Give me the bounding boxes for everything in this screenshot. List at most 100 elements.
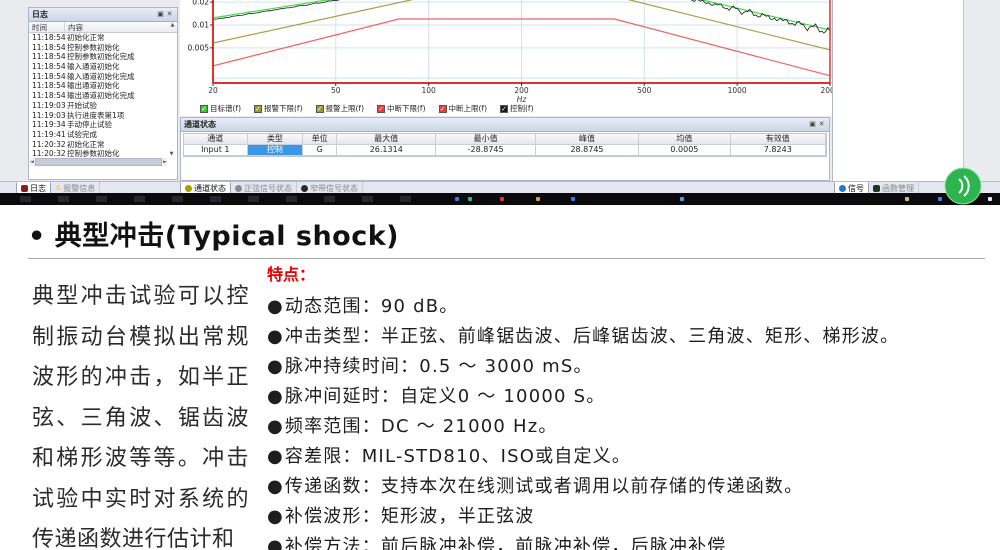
column-header[interactable]: 最大值 — [337, 134, 436, 145]
column-header[interactable]: 有效值 — [731, 134, 826, 145]
table-row[interactable]: Input 1控制G26.1314-28.874528.87450.00057.… — [184, 145, 826, 156]
taskbar-window-icon[interactable] — [400, 196, 411, 202]
column-header[interactable]: 均值 — [639, 134, 730, 145]
column-header[interactable]: 类型 — [248, 134, 304, 145]
taskbar-window-icon[interactable] — [134, 196, 145, 202]
legend-label: 报警下限(f) — [264, 103, 303, 114]
scroll-left-icon[interactable]: ◄ — [30, 159, 34, 165]
log-horizontal-scrollbar[interactable]: ◄ ► — [30, 158, 167, 166]
taskbar-app-icon[interactable] — [536, 197, 540, 201]
log-time: 11:20:32 — [29, 140, 64, 150]
feature-bullet: ● — [267, 356, 284, 377]
feature-text: 补偿方法：前后脉冲补偿，前脉冲补偿，后脉冲补偿 — [285, 536, 727, 550]
legend-label: 控制(f) — [510, 103, 534, 114]
feature-bullet: ● — [267, 296, 284, 317]
log-row: 11:18:54控制参数初始化 — [29, 43, 177, 53]
feature-bullet: ● — [267, 536, 284, 550]
log-content: 开始试验 — [64, 101, 177, 111]
log-content: 初始化正常 — [64, 33, 177, 43]
legend-checkbox[interactable]: ✓ — [254, 105, 262, 113]
signal-icon — [839, 185, 846, 192]
log-row: 11:18:54输入通道初始化完成 — [29, 72, 177, 82]
column-header[interactable]: 峰值 — [536, 134, 639, 145]
table-cell[interactable]: -28.8745 — [436, 145, 535, 156]
table-cell[interactable]: 28.8745 — [536, 145, 639, 156]
feature-item: ●补偿波形：矩形波，半正弦波 — [267, 502, 967, 532]
scroll-right-icon[interactable]: ► — [163, 159, 167, 165]
chart-legend: ✓目标谱(f)✓报警下限(f)✓报警上限(f)✓中断下限(f)✓中断上限(f)✓… — [200, 103, 534, 114]
close-icon[interactable]: ✕ — [817, 120, 826, 129]
pin-icon[interactable]: ▣ — [808, 120, 817, 129]
taskbar-app-icon[interactable] — [905, 197, 909, 201]
taskbar-app-icon[interactable] — [680, 197, 684, 201]
taskbar-app-icon[interactable] — [988, 197, 992, 201]
log-row: 11:19:03执行进度表第1项 — [29, 111, 177, 121]
narrowband-status-icon — [301, 185, 308, 192]
taskbar-app-icon[interactable] — [455, 197, 459, 201]
float-assistant-button[interactable] — [944, 167, 982, 205]
legend-label: 中断上限(f) — [449, 103, 488, 114]
taskbar-window-icon[interactable] — [96, 196, 107, 202]
table-cell[interactable]: Input 1 — [184, 145, 248, 156]
taskbar-window-icon[interactable] — [286, 196, 297, 202]
scroll-down-icon[interactable]: ▼ — [167, 151, 176, 157]
taskbar-window-icon[interactable] — [58, 196, 69, 202]
legend-item: ✓报警上限(f) — [316, 103, 365, 114]
legend-checkbox[interactable]: ✓ — [316, 105, 324, 113]
column-header[interactable]: 单位 — [303, 134, 337, 145]
legend-label: 目标谱(f) — [210, 103, 241, 114]
table-cell[interactable]: 控制 — [248, 145, 304, 156]
taskbar-app-icon[interactable] — [500, 197, 504, 201]
feature-item: ●动态范围：90 dB。 — [267, 292, 967, 322]
feature-text: 传递函数：支持本次在线测试或者调用以前存储的传递函数。 — [285, 476, 803, 497]
column-header[interactable]: 最小值 — [436, 134, 535, 145]
feature-bullet: ● — [267, 446, 284, 467]
taskbar-app-icon[interactable] — [571, 197, 575, 201]
feature-text: 脉冲间延时：自定义0 ～ 10000 S。 — [285, 386, 606, 407]
log-time: 11:18:54 — [29, 43, 64, 53]
taskbar-window-icon[interactable] — [210, 196, 221, 202]
page-title: • 典型冲击(Typical shock) — [28, 214, 399, 253]
svg-text:0.02: 0.02 — [192, 0, 209, 7]
taskbar-app-icon[interactable] — [468, 197, 472, 201]
legend-checkbox[interactable]: ✓ — [439, 105, 447, 113]
table-cell[interactable]: 26.1314 — [337, 145, 436, 156]
legend-checkbox[interactable]: ✓ — [500, 105, 508, 113]
log-content: 执行进度表第1项 — [64, 111, 177, 121]
taskbar-window-icon[interactable] — [248, 196, 259, 202]
dock-tab-label: 报警信息 — [63, 183, 95, 194]
channel-status-table: 通道类型单位最大值最小值峰值均值有效值Input 1控制G26.1314-28.… — [183, 133, 827, 157]
legend-checkbox[interactable]: ✓ — [200, 105, 208, 113]
pin-icon[interactable]: ▣ — [156, 10, 165, 19]
dock-tab-label: 函数管理 — [882, 183, 914, 194]
taskbar-window-icon[interactable] — [20, 196, 31, 202]
svg-text:0.01: 0.01 — [192, 21, 209, 30]
table-cell[interactable]: G — [303, 145, 337, 156]
log-time: 11:19:41 — [29, 130, 64, 140]
scroll-up-icon[interactable]: ▲ — [168, 22, 177, 32]
close-icon[interactable]: ✕ — [165, 10, 174, 19]
table-cell[interactable]: 7.8243 — [731, 145, 826, 156]
windows-taskbar[interactable] — [0, 193, 1000, 205]
legend-item: ✓报警下限(f) — [254, 103, 303, 114]
taskbar-window-icon[interactable] — [324, 196, 335, 202]
log-row: 11:19:03开始试验 — [29, 101, 177, 111]
intro-paragraph: 典型冲击试验可以控制振动台模拟出常规波形的冲击，如半正弦、三角波、锯齿波和梯形波… — [32, 277, 249, 550]
table-cell[interactable]: 0.0005 — [639, 145, 730, 156]
log-row: 11:20:32初始化正常 — [29, 140, 177, 150]
legend-item: ✓控制(f) — [500, 103, 534, 114]
legend-label: 中断下限(f) — [387, 103, 426, 114]
legend-item: ✓目标谱(f) — [200, 103, 241, 114]
feature-item: ●冲击类型：半正弦、前峰锯齿波、后峰锯齿波、三角波、矩形、梯形波。 — [267, 322, 967, 352]
log-content: 初始化正常 — [64, 140, 177, 150]
feature-item: ●频率范围：DC ～ 21000 Hz。 — [267, 412, 967, 442]
scrollbar-thumb[interactable] — [35, 158, 162, 166]
column-header[interactable]: 通道 — [184, 134, 248, 145]
legend-checkbox[interactable]: ✓ — [377, 105, 385, 113]
taskbar-window-icon[interactable] — [172, 196, 183, 202]
taskbar-window-icon[interactable] — [362, 196, 373, 202]
svg-text:0.005: 0.005 — [188, 43, 210, 52]
features-list: ●动态范围：90 dB。●冲击类型：半正弦、前峰锯齿波、后峰锯齿波、三角波、矩形… — [267, 292, 967, 550]
feature-bullet: ● — [267, 506, 284, 527]
taskbar-app-icon[interactable] — [938, 197, 942, 201]
